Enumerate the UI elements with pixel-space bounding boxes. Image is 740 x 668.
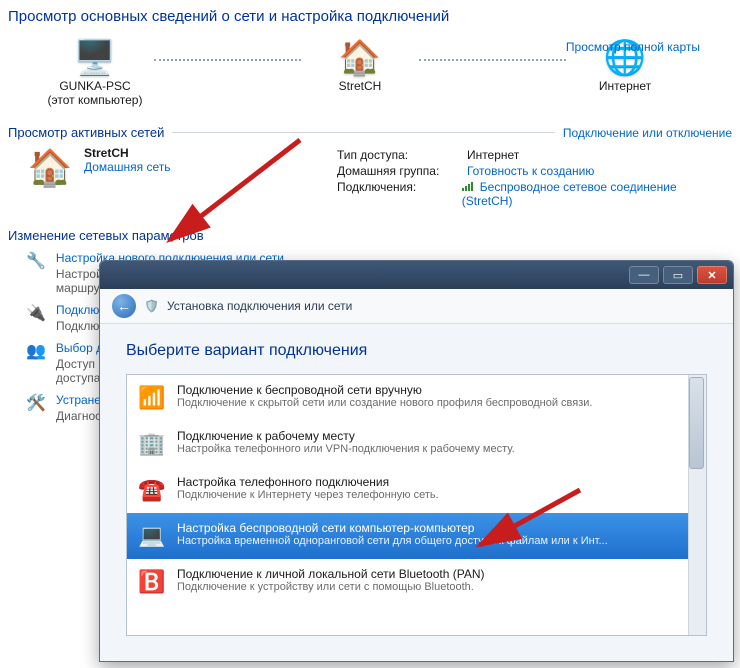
house-icon: 🏠 [339,37,381,79]
house-icon: 🏠 [28,146,72,190]
wireless-icon: 📶 [137,383,167,413]
network-setup-icon: 🔧 [26,251,46,271]
option-desc: Настройка временной одноранговой сети дл… [177,535,608,547]
titlebar: — ▭ ✕ [100,261,733,289]
minimize-button[interactable]: — [629,266,659,284]
scroll-thumb[interactable] [689,377,704,469]
back-button[interactable]: ← [112,294,136,318]
option-title: Подключение к личной локальной сети Blue… [177,567,485,581]
view-full-map-link[interactable]: Просмотр полной карты [566,40,700,54]
phone-icon: ☎️ [137,475,167,505]
change-settings-heading: Изменение сетевых параметров [8,228,740,243]
map-node-label: Интернет [599,79,651,93]
shield-icon: 🛡️ [144,299,159,313]
connect-disconnect-link[interactable]: Подключение или отключение [563,126,732,140]
close-button[interactable]: ✕ [697,266,727,284]
homegroup-icon: 👥 [26,341,46,361]
access-value: Интернет [467,148,519,162]
option-manual-wireless[interactable]: 📶 Подключение к беспроводной сети вручну… [127,375,706,421]
maximize-button[interactable]: ▭ [663,266,693,284]
option-desc: Подключение к скрытой сети или создание … [177,397,592,409]
option-title: Настройка беспроводной сети компьютер-ко… [177,521,608,535]
homegroup-link[interactable]: Готовность к созданию [467,164,594,178]
homegroup-label: Домашняя группа: [337,164,467,178]
page-title: Просмотр основных сведений о сети и наст… [0,0,740,37]
option-list: 📶 Подключение к беспроводной сети вручну… [126,374,707,636]
map-node-sublabel: (этот компьютер) [48,93,143,107]
option-adhoc-selected[interactable]: 💻 Настройка беспроводной сети компьютер-… [127,513,706,559]
option-desc: Подключение к Интернету через телефонную… [177,489,439,501]
signal-icon [462,181,476,191]
option-workplace[interactable]: 🏢 Подключение к рабочему местуНастройка … [127,421,706,467]
connections-label: Подключения: [337,180,462,194]
computer-icon: 🖥️ [74,37,116,79]
option-title: Настройка телефонного подключения [177,475,439,489]
option-title: Подключение к рабочему месту [177,429,515,443]
network-type-link[interactable]: Домашняя сеть [84,160,170,174]
breadcrumb-text: Установка подключения или сети [167,299,352,313]
map-link [419,59,566,62]
option-desc: Подключение к устройству или сети с помо… [177,581,485,593]
active-network: 🏠 StretCH Домашняя сеть Тип доступа:Инте… [28,146,720,210]
option-desc: Настройка телефонного или VPN-подключени… [177,443,515,455]
connect-icon: 🔌 [26,303,46,323]
building-icon: 🏢 [137,429,167,459]
map-node-label: StretCH [339,79,382,93]
breadcrumb: ← 🛡️ Установка подключения или сети [100,289,733,324]
troubleshoot-icon: 🛠️ [26,393,46,413]
access-label: Тип доступа: [337,148,467,162]
option-title: Подключение к беспроводной сети вручную [177,383,592,397]
active-networks-heading: Просмотр активных сетей [8,125,164,140]
bluetooth-icon: 🅱️ [137,567,167,597]
option-dialup[interactable]: ☎️ Настройка телефонного подключенияПодк… [127,467,706,513]
network-name: StretCH [84,146,170,160]
adhoc-icon: 💻 [137,521,167,551]
option-bluetooth[interactable]: 🅱️ Подключение к личной локальной сети B… [127,559,706,605]
map-link [154,59,301,62]
map-node-label: GUNKA-PSC [59,79,130,93]
wizard-dialog: — ▭ ✕ ← 🛡️ Установка подключения или сет… [99,260,734,662]
map-node-router[interactable]: 🏠 StretCH [305,37,415,93]
scrollbar[interactable] [688,375,706,635]
divider [172,132,554,133]
wizard-title: Выберите вариант подключения [126,342,707,360]
map-node-this-pc[interactable]: 🖥️ GUNKA-PSC (этот компьютер) [40,37,150,107]
connection-link[interactable]: Беспроводное сетевое соединение (StretCH… [462,180,677,208]
